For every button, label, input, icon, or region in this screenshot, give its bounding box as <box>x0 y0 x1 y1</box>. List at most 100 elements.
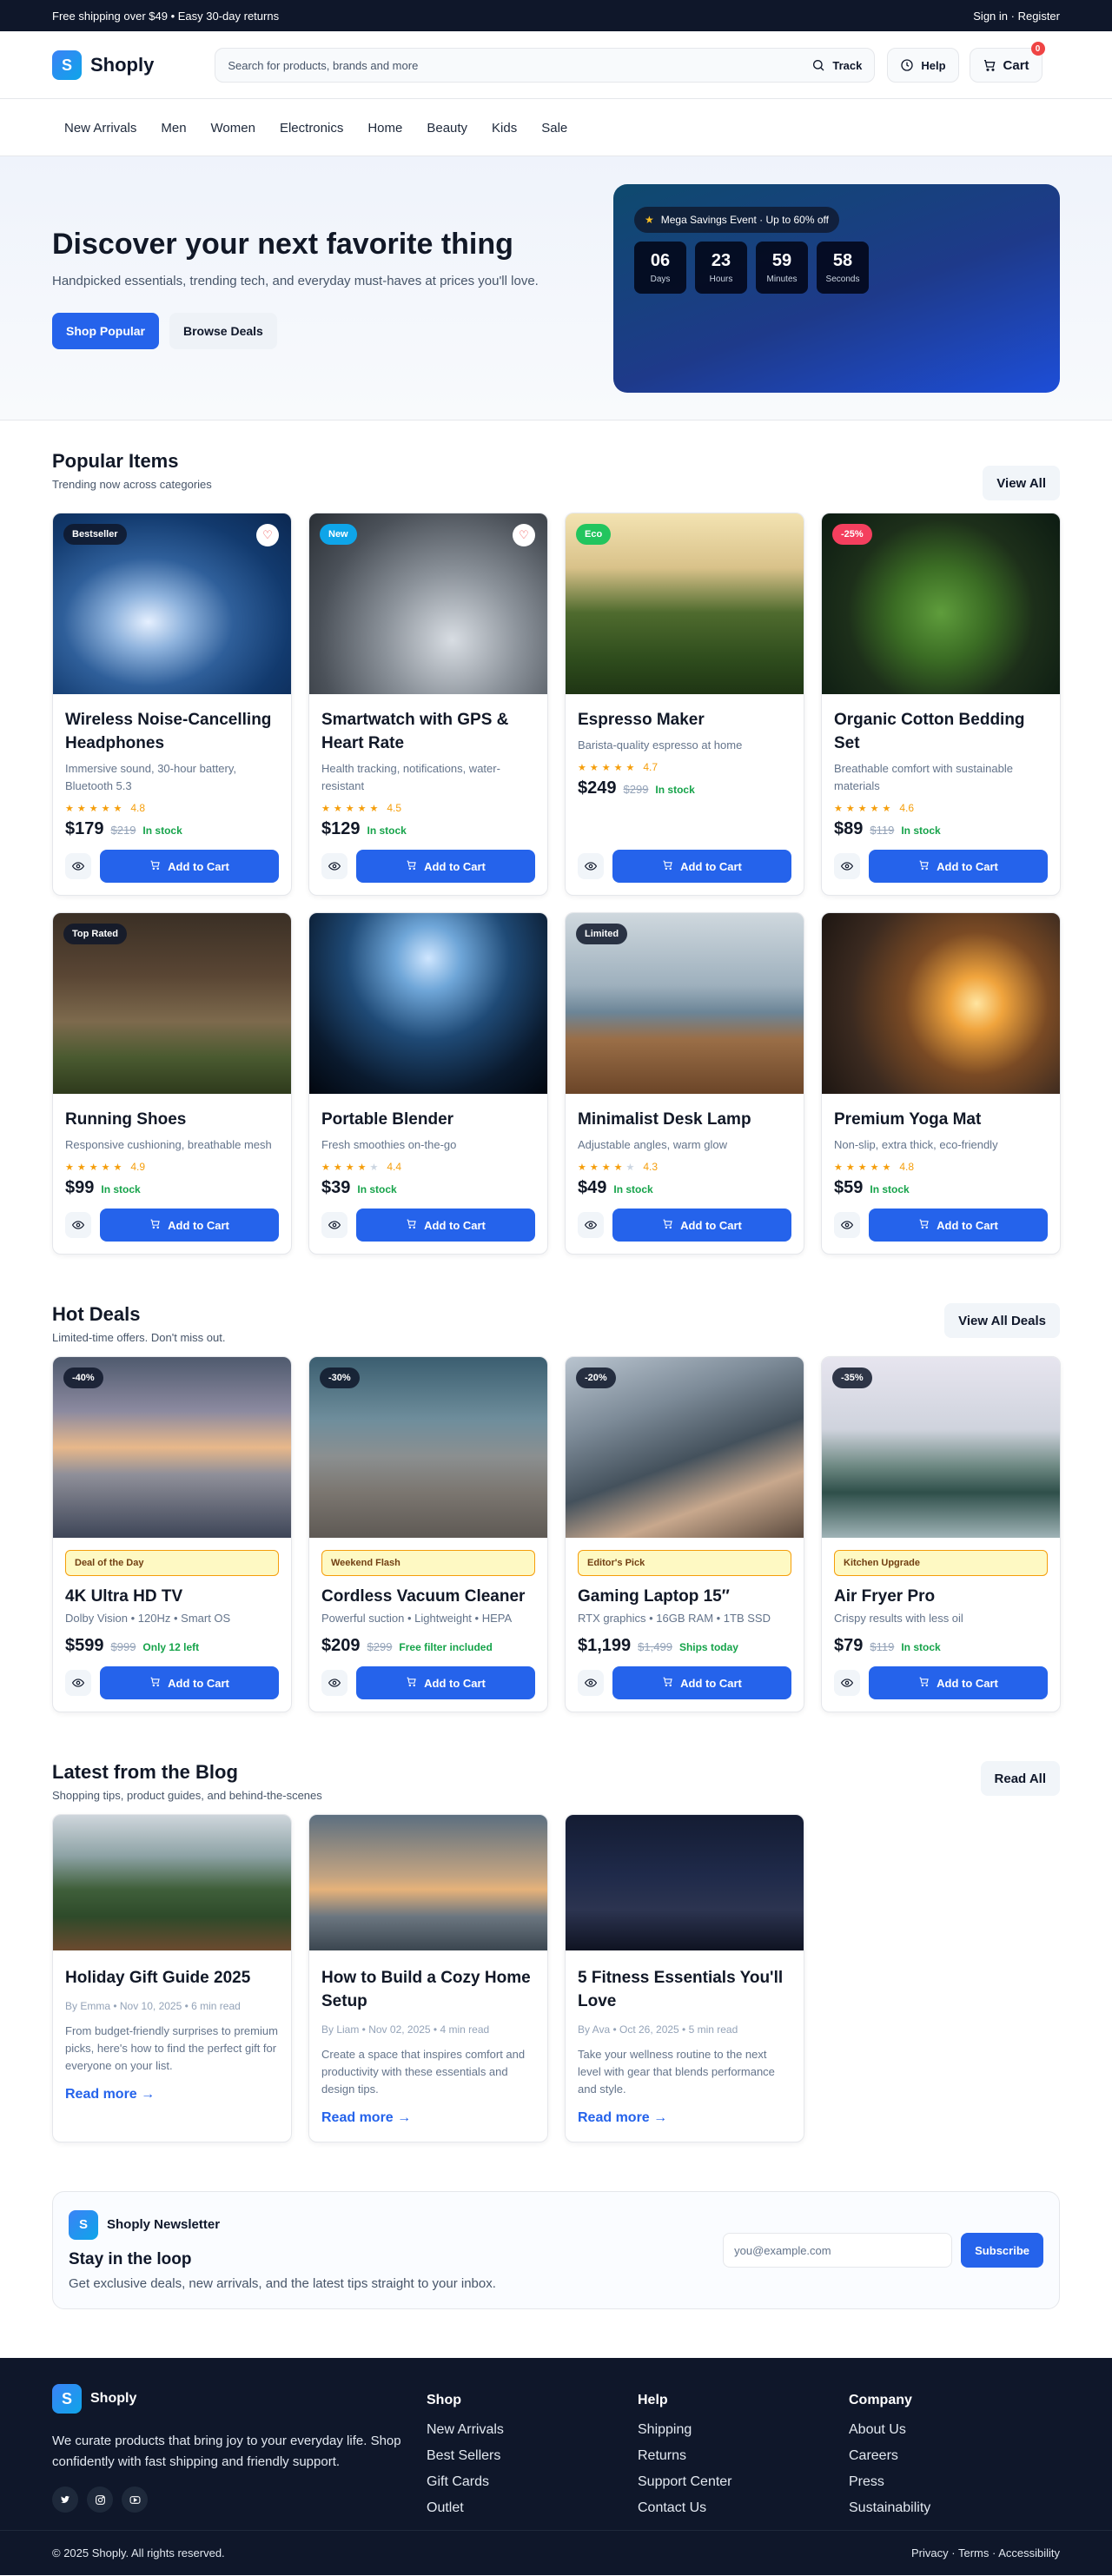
deal-image[interactable]: -30% <box>309 1357 547 1538</box>
deal-title[interactable]: Cordless Vacuum Cleaner <box>321 1585 535 1608</box>
add-to-cart-button[interactable]: Add to Cart <box>612 850 791 883</box>
deal-image[interactable]: -40% <box>53 1357 291 1538</box>
product-title[interactable]: Running Shoes <box>65 1108 279 1131</box>
view-all-button[interactable]: View All <box>983 466 1060 500</box>
quick-view-eye-icon[interactable] <box>321 853 348 879</box>
product-title[interactable]: Premium Yoga Mat <box>834 1108 1048 1131</box>
add-to-cart-button[interactable]: Add to Cart <box>612 1209 791 1242</box>
track-button[interactable]: Track <box>811 58 862 72</box>
quick-view-eye-icon[interactable] <box>834 1212 860 1238</box>
product-title[interactable]: Portable Blender <box>321 1108 535 1131</box>
add-to-cart-button[interactable]: Add to Cart <box>100 850 279 883</box>
instagram-icon[interactable] <box>87 2487 113 2513</box>
blog-image[interactable] <box>53 1815 291 1950</box>
sign-in-link[interactable]: Sign in <box>973 10 1008 23</box>
footer-link[interactable]: Shipping <box>638 2417 849 2443</box>
read-more-link[interactable]: Read more → <box>578 2110 791 2126</box>
add-to-cart-button[interactable]: Add to Cart <box>869 850 1048 883</box>
product-title[interactable]: Minimalist Desk Lamp <box>578 1108 791 1131</box>
footer-link[interactable]: Support Center <box>638 2469 849 2495</box>
deal-card[interactable]: -40% Deal of the Day 4K Ultra HD TV Dolby V… <box>52 1356 292 1712</box>
footer-link[interactable]: Outlet <box>427 2495 638 2521</box>
accessibility-link[interactable]: Accessibility <box>998 2546 1060 2559</box>
product-card[interactable]: Limited Minimalist Desk Lamp Adjustable an… <box>565 912 804 1255</box>
footer-link[interactable]: Contact Us <box>638 2495 849 2521</box>
product-title[interactable]: Smartwatch with GPS & Heart Rate <box>321 708 535 755</box>
add-to-cart-button[interactable]: Add to Cart <box>100 1209 279 1242</box>
product-card[interactable]: -25% Organic Cotton Bedding Set Breathable… <box>821 513 1061 896</box>
add-to-cart-button[interactable]: Add to Cart <box>869 1209 1048 1242</box>
blog-image[interactable] <box>566 1815 804 1950</box>
quick-view-eye-icon[interactable] <box>65 1670 91 1696</box>
footer-logo[interactable]: S Shoply <box>52 2384 427 2414</box>
footer-link[interactable]: New Arrivals <box>427 2417 638 2443</box>
browse-deals-button[interactable]: Browse Deals <box>169 313 277 349</box>
nav-kids[interactable]: Kids <box>480 121 529 136</box>
blog-title[interactable]: How to Build a Cozy Home Setup <box>321 1966 535 2013</box>
cart-button[interactable]: Cart 0 <box>969 42 1045 83</box>
deal-card[interactable]: -20% Editor's Pick Gaming Laptop 15″ RTX gr… <box>565 1356 804 1712</box>
site-logo[interactable]: S Shoply <box>52 50 154 80</box>
nav-women[interactable]: Women <box>199 121 268 136</box>
add-to-cart-button[interactable]: Add to Cart <box>356 1209 535 1242</box>
footer-link[interactable]: Sustainability <box>849 2495 1060 2521</box>
product-card[interactable]: Portable Blender Fresh smoothies on-the-g… <box>308 912 548 1255</box>
view-all-deals-button[interactable]: View All Deals <box>944 1303 1060 1338</box>
blog-title[interactable]: Holiday Gift Guide 2025 <box>65 1966 279 1990</box>
add-to-cart-button[interactable]: Add to Cart <box>356 1666 535 1699</box>
quick-view-eye-icon[interactable] <box>321 1212 348 1238</box>
subscribe-button[interactable]: Subscribe <box>961 2233 1043 2268</box>
register-link[interactable]: Register <box>1018 10 1060 23</box>
quick-view-eye-icon[interactable] <box>578 1212 604 1238</box>
product-image[interactable]: Top Rated <box>53 913 291 1094</box>
product-card[interactable]: Premium Yoga Mat Non-slip, extra thick, e… <box>821 912 1061 1255</box>
product-card[interactable]: Top Rated Running Shoes Responsive cushion… <box>52 912 292 1255</box>
add-to-cart-button[interactable]: Add to Cart <box>869 1666 1048 1699</box>
quick-view-eye-icon[interactable] <box>834 853 860 879</box>
help-button[interactable]: Help <box>887 48 959 83</box>
product-title[interactable]: Organic Cotton Bedding Set <box>834 708 1048 755</box>
add-to-cart-button[interactable]: Add to Cart <box>612 1666 791 1699</box>
blog-title[interactable]: 5 Fitness Essentials You'll Love <box>578 1966 791 2013</box>
nav-home[interactable]: Home <box>355 121 414 136</box>
deal-card[interactable]: -35% Kitchen Upgrade Air Fryer Pro Crispy r… <box>821 1356 1061 1712</box>
heart-icon[interactable]: ♡ <box>513 524 535 546</box>
deal-title[interactable]: Air Fryer Pro <box>834 1585 1048 1608</box>
blog-card[interactable]: Holiday Gift Guide 2025 By Emma • Nov 10,… <box>52 1814 292 2142</box>
footer-link[interactable]: Returns <box>638 2443 849 2469</box>
footer-link[interactable]: About Us <box>849 2417 1060 2443</box>
heart-icon[interactable]: ♡ <box>256 524 279 546</box>
product-image[interactable] <box>309 913 547 1094</box>
nav-electronics[interactable]: Electronics <box>268 121 355 136</box>
footer-link[interactable]: Press <box>849 2469 1060 2495</box>
search-input[interactable] <box>228 58 804 72</box>
quick-view-eye-icon[interactable] <box>834 1670 860 1696</box>
read-more-link[interactable]: Read more → <box>65 2087 279 2103</box>
nav-men[interactable]: Men <box>149 121 198 136</box>
product-title[interactable]: Espresso Maker <box>578 708 791 732</box>
email-field[interactable] <box>723 2233 953 2268</box>
shop-popular-button[interactable]: Shop Popular <box>52 313 159 349</box>
deal-image[interactable]: -35% <box>822 1357 1060 1538</box>
read-more-link[interactable]: Read more → <box>321 2110 535 2126</box>
product-image[interactable]: -25% <box>822 513 1060 694</box>
product-image[interactable] <box>822 913 1060 1094</box>
quick-view-eye-icon[interactable] <box>578 1670 604 1696</box>
footer-link[interactable]: Gift Cards <box>427 2469 638 2495</box>
quick-view-eye-icon[interactable] <box>65 1212 91 1238</box>
footer-link[interactable]: Careers <box>849 2443 1060 2469</box>
deal-image[interactable]: -20% <box>566 1357 804 1538</box>
twitter-icon[interactable] <box>52 2487 78 2513</box>
product-image[interactable]: Eco <box>566 513 804 694</box>
privacy-link[interactable]: Privacy <box>911 2546 949 2559</box>
product-image[interactable]: Bestseller ♡ <box>53 513 291 694</box>
add-to-cart-button[interactable]: Add to Cart <box>356 850 535 883</box>
deal-card[interactable]: -30% Weekend Flash Cordless Vacuum Cleaner… <box>308 1356 548 1712</box>
deal-title[interactable]: Gaming Laptop 15″ <box>578 1585 791 1608</box>
product-card[interactable]: New ♡ Smartwatch with GPS & Heart Rate Heal… <box>308 513 548 896</box>
quick-view-eye-icon[interactable] <box>321 1670 348 1696</box>
nav-beauty[interactable]: Beauty <box>414 121 480 136</box>
read-all-button[interactable]: Read All <box>980 1761 1060 1796</box>
youtube-icon[interactable] <box>122 2487 148 2513</box>
product-card[interactable]: Bestseller ♡ Wireless Noise-Cancelling Hea… <box>52 513 292 896</box>
